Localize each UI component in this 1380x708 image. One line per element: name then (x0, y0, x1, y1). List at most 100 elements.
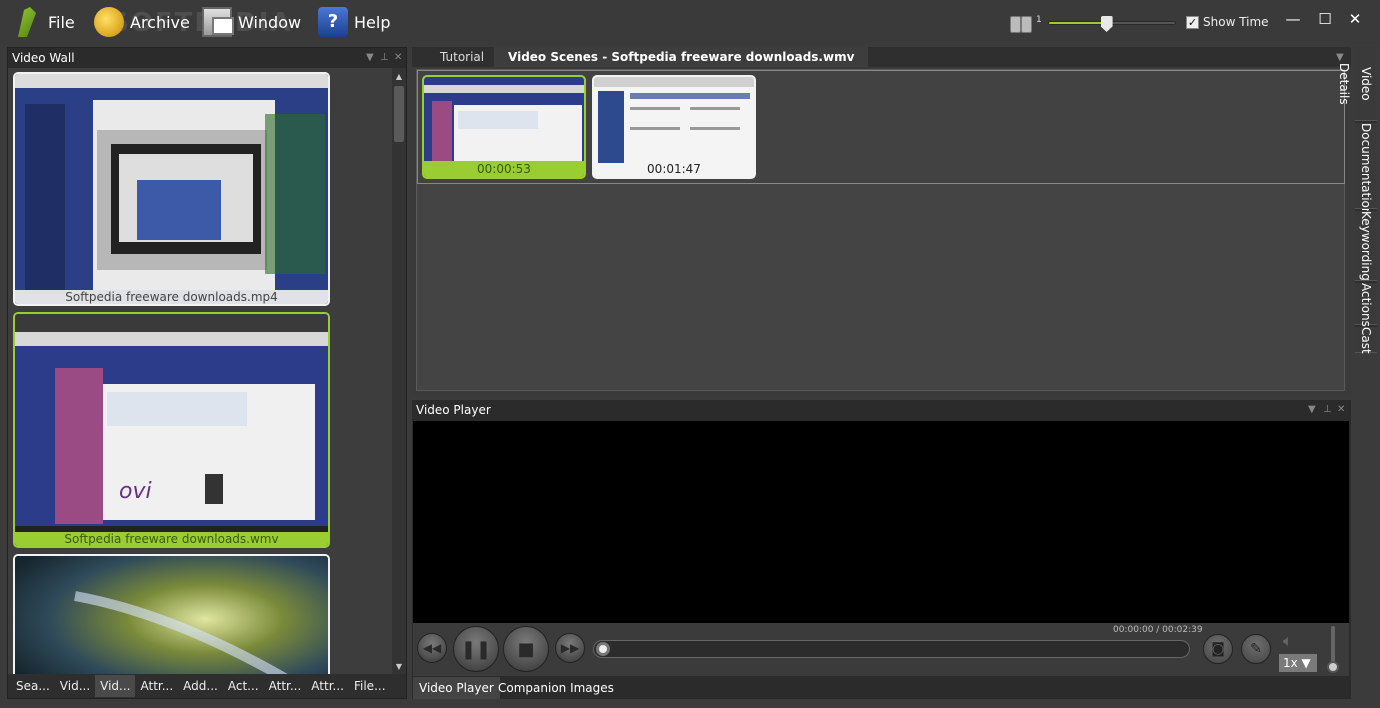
tab-attributes-1[interactable]: Attr... (135, 675, 178, 697)
stop-icon: ■ (517, 638, 535, 660)
menu-window[interactable]: Window (202, 6, 301, 38)
document-tabs: Tutorial Video Scenes - Softpedia freewa… (412, 47, 1351, 67)
video-player-panel: Video Player ▼ ⊥ ✕ ◀◀ ❚❚ ■ ▶▶ 00:00:00 /… (412, 400, 1351, 699)
video-caption: Softpedia freeware downloads.mp4 (15, 290, 328, 304)
tab-menu-icon[interactable]: ▼ (1336, 52, 1344, 63)
panel-menu-icon[interactable]: ▼ (366, 52, 374, 63)
panel-close-icon[interactable]: ✕ (394, 52, 402, 63)
help-icon: ? (318, 7, 348, 37)
video-wall-scrollbar[interactable]: ▲ ▼ (392, 68, 406, 676)
seek-knob[interactable] (596, 642, 610, 656)
svg-text:ovi: ovi (119, 479, 152, 504)
video-wall-title: Video Wall (12, 51, 75, 65)
tab-video-2[interactable]: Vid... (95, 675, 136, 697)
fast-forward-icon: ▶▶ (560, 641, 580, 655)
window-icon (202, 7, 234, 37)
tab-tutorial[interactable]: Tutorial (426, 47, 498, 67)
show-time-toggle[interactable]: ✓ Show Time (1186, 15, 1269, 29)
pin-icon[interactable]: ⊥ (380, 52, 389, 63)
video-thumbnail[interactable] (13, 554, 330, 676)
menu-file-label: File (48, 12, 75, 32)
close-button[interactable]: ✕ (1346, 10, 1364, 28)
scroll-thumb[interactable] (394, 86, 404, 142)
video-wall-panel: Video Wall ▼ ⊥ ✕ Softpedia freeware down… (7, 47, 407, 699)
show-time-label: Show Time (1203, 15, 1269, 29)
menu-archive-label: Archive (130, 12, 190, 32)
tab-documentation[interactable]: Documentation (1355, 123, 1377, 216)
zoom-slider[interactable] (1048, 16, 1176, 32)
time-readout: 00:00:00 / 00:02:39 (1113, 625, 1203, 635)
playback-controls: ◀◀ ❚❚ ■ ▶▶ 00:00:00 / 00:02:39 ◙ ✎ 🔈︎ 1x… (413, 623, 1349, 676)
file-icon (18, 7, 36, 37)
zoom-slider-thumb[interactable] (1100, 16, 1113, 32)
show-time-checkbox[interactable]: ✓ (1186, 15, 1199, 29)
video-thumbnail[interactable]: Softpedia freeware downloads.mp4 (13, 72, 330, 306)
tab-video-player[interactable]: Video Player (413, 677, 500, 699)
volume-icon[interactable]: 🔈︎ (1283, 631, 1293, 651)
video-display[interactable] (413, 421, 1349, 623)
scenes-body: 00:00:53 00:01:47 (416, 69, 1345, 391)
tab-cast[interactable]: Cast (1355, 327, 1377, 354)
tab-video-details[interactable]: Video Details (1337, 47, 1377, 121)
tab-attributes-3[interactable]: Attr... (306, 675, 349, 697)
tab-companion-images[interactable]: Companion Images (492, 677, 620, 699)
camera-icon: ◙ (1211, 641, 1225, 657)
binoculars-icon[interactable] (1010, 12, 1032, 33)
maximize-button[interactable]: ☐ (1316, 10, 1334, 28)
video-preview-image: ovi (15, 314, 328, 546)
app-window: SOFTPEDIA File Archive Window ? Help 1 ✓ (0, 0, 1380, 708)
scene-thumbnail-selected[interactable]: 00:00:53 (422, 75, 586, 179)
stop-button[interactable]: ■ (503, 626, 549, 672)
tab-keywording[interactable]: Keywording (1355, 211, 1377, 281)
tab-actions-side[interactable]: Actions (1355, 283, 1377, 327)
menu-help[interactable]: ? Help (318, 6, 390, 38)
tab-files[interactable]: File... (349, 675, 391, 697)
video-player-header: Video Player ▼ ⊥ ✕ (412, 400, 1351, 420)
snapshot-button[interactable]: ◙ (1203, 634, 1233, 664)
video-thumbnail-selected[interactable]: ovi Softpedia freeware downloads.wmv (13, 312, 330, 548)
tab-search[interactable]: Sea... (11, 675, 55, 697)
fast-forward-button[interactable]: ▶▶ (555, 633, 585, 663)
zoom-slider-fill (1049, 22, 1107, 24)
edit-icon: ✎ (1250, 641, 1262, 657)
panel-close-icon[interactable]: ✕ (1337, 404, 1345, 415)
scenes-panel: Tutorial Video Scenes - Softpedia freewa… (412, 47, 1351, 395)
scroll-down-icon[interactable]: ▼ (392, 660, 406, 674)
scene-thumbnail[interactable]: 00:01:47 (592, 75, 756, 179)
edit-button[interactable]: ✎ (1241, 634, 1271, 664)
video-caption: Softpedia freeware downloads.wmv (15, 532, 328, 546)
scene-strip: 00:00:53 00:01:47 (417, 70, 1345, 184)
panel-menu-icon[interactable]: ▼ (1308, 404, 1316, 415)
pin-icon[interactable]: ⊥ (1323, 404, 1332, 415)
rewind-button[interactable]: ◀◀ (417, 633, 447, 663)
tab-actions[interactable]: Act... (223, 675, 264, 697)
menu-file[interactable]: File (12, 6, 75, 38)
menu-help-label: Help (354, 12, 391, 32)
scroll-up-icon[interactable]: ▲ (392, 70, 406, 84)
tab-add[interactable]: Add... (178, 675, 223, 697)
side-tabs: Video Details Documentation Keywording A… (1337, 47, 1377, 354)
video-preview-image (15, 556, 328, 676)
scene-time: 00:00:53 (424, 161, 584, 177)
tab-video-scenes[interactable]: Video Scenes - Softpedia freeware downlo… (494, 47, 869, 67)
pause-button[interactable]: ❚❚ (453, 626, 499, 672)
scene-time: 00:01:47 (647, 162, 701, 176)
video-player-title: Video Player (416, 403, 491, 417)
tab-attributes-2[interactable]: Attr... (264, 675, 307, 697)
menu-window-label: Window (238, 12, 302, 32)
left-bottom-tabs: Sea... Vid... Vid... Attr... Add... Act.… (8, 674, 406, 698)
seek-bar[interactable] (593, 640, 1190, 658)
menu-bar: SOFTPEDIA File Archive Window ? Help 1 ✓ (0, 0, 1380, 44)
menu-archive[interactable]: Archive (94, 6, 190, 38)
video-preview-image (15, 74, 328, 304)
video-wall-header: Video Wall ▼ ⊥ ✕ (8, 48, 406, 68)
archive-icon (94, 7, 124, 37)
zoom-value: 1 (1036, 15, 1042, 25)
video-wall-list: Softpedia freeware downloads.mp4 ovi Sof… (8, 68, 394, 676)
minimize-button[interactable]: — (1284, 10, 1302, 28)
speed-dropdown[interactable]: 1x ▼ (1279, 654, 1317, 672)
volume-slider[interactable] (1331, 626, 1335, 666)
tab-video-1[interactable]: Vid... (55, 675, 95, 697)
pause-icon: ❚❚ (460, 638, 492, 660)
volume-knob[interactable] (1327, 661, 1339, 673)
